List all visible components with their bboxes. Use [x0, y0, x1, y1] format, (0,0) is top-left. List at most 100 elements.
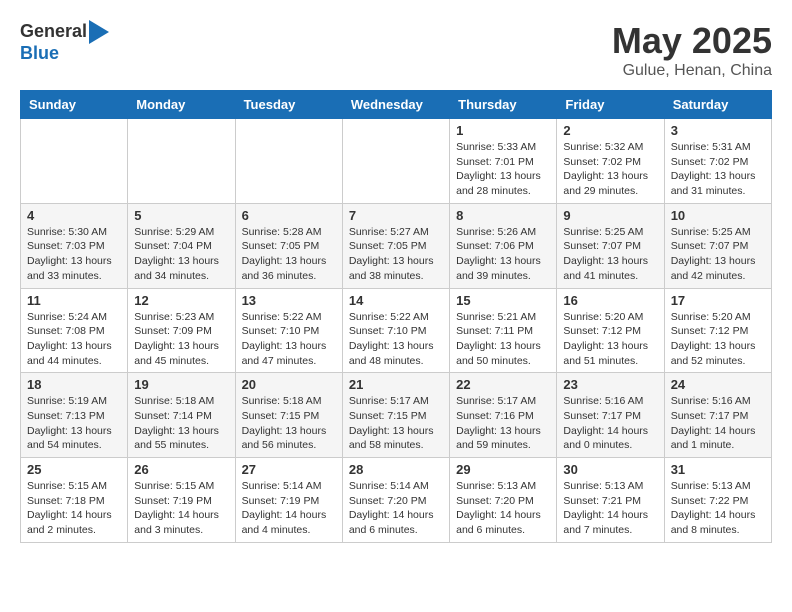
- day-info: Sunrise: 5:18 AM Sunset: 7:14 PM Dayligh…: [134, 394, 228, 453]
- calendar-cell: 5 Sunrise: 5:29 AM Sunset: 7:04 PM Daylig…: [128, 203, 235, 288]
- weekday-header: Tuesday: [235, 91, 342, 119]
- calendar-cell: 23 Sunrise: 5:16 AM Sunset: 7:17 PM Dayli…: [557, 373, 664, 458]
- calendar-cell: 17 Sunrise: 5:20 AM Sunset: 7:12 PM Dayli…: [664, 288, 771, 373]
- calendar-cell: 16 Sunrise: 5:20 AM Sunset: 7:12 PM Dayli…: [557, 288, 664, 373]
- day-number: 18: [27, 377, 121, 392]
- weekday-header: Sunday: [21, 91, 128, 119]
- day-info: Sunrise: 5:20 AM Sunset: 7:12 PM Dayligh…: [671, 310, 765, 369]
- calendar-cell: 28 Sunrise: 5:14 AM Sunset: 7:20 PM Dayli…: [342, 458, 449, 543]
- weekday-header: Monday: [128, 91, 235, 119]
- calendar-cell: 20 Sunrise: 5:18 AM Sunset: 7:15 PM Dayli…: [235, 373, 342, 458]
- page-header: General Blue May 2025 Gulue, Henan, Chin…: [20, 20, 772, 80]
- day-info: Sunrise: 5:29 AM Sunset: 7:04 PM Dayligh…: [134, 225, 228, 284]
- calendar-cell: 26Sunrise: 5:15 AM Sunset: 7:19 PM Dayli…: [128, 458, 235, 543]
- day-number: 27: [242, 462, 336, 477]
- day-info: Sunrise: 5:25 AM Sunset: 7:07 PM Dayligh…: [671, 225, 765, 284]
- day-info: Sunrise: 5:25 AM Sunset: 7:07 PM Dayligh…: [563, 225, 657, 284]
- calendar-cell: 27 Sunrise: 5:14 AM Sunset: 7:19 PM Dayli…: [235, 458, 342, 543]
- calendar-row: 4 Sunrise: 5:30 AM Sunset: 7:03 PM Daylig…: [21, 203, 772, 288]
- day-number: 4: [27, 208, 121, 223]
- calendar-cell: 6 Sunrise: 5:28 AM Sunset: 7:05 PM Daylig…: [235, 203, 342, 288]
- day-info: Sunrise: 5:13 AM Sunset: 7:20 PM Dayligh…: [456, 479, 550, 538]
- day-number: 2: [563, 123, 657, 138]
- day-info: Sunrise: 5:31 AM Sunset: 7:02 PM Dayligh…: [671, 140, 765, 199]
- calendar-row: 25 Sunrise: 5:15 AM Sunset: 7:18 PM Dayli…: [21, 458, 772, 543]
- calendar-cell: 7 Sunrise: 5:27 AM Sunset: 7:05 PM Daylig…: [342, 203, 449, 288]
- day-info: Sunrise: 5:14 AM Sunset: 7:20 PM Dayligh…: [349, 479, 443, 538]
- day-info: Sunrise: 5:19 AM Sunset: 7:13 PM Dayligh…: [27, 394, 121, 453]
- calendar-cell: 24Sunrise: 5:16 AM Sunset: 7:17 PM Dayli…: [664, 373, 771, 458]
- calendar-cell: 19Sunrise: 5:18 AM Sunset: 7:14 PM Dayli…: [128, 373, 235, 458]
- day-info: Sunrise: 5:27 AM Sunset: 7:05 PM Dayligh…: [349, 225, 443, 284]
- day-info: Sunrise: 5:17 AM Sunset: 7:16 PM Dayligh…: [456, 394, 550, 453]
- day-info: Sunrise: 5:13 AM Sunset: 7:22 PM Dayligh…: [671, 479, 765, 538]
- calendar-cell: 30 Sunrise: 5:13 AM Sunset: 7:21 PM Dayli…: [557, 458, 664, 543]
- day-info: Sunrise: 5:14 AM Sunset: 7:19 PM Dayligh…: [242, 479, 336, 538]
- day-number: 16: [563, 293, 657, 308]
- logo-text: General Blue: [20, 20, 109, 64]
- day-number: 21: [349, 377, 443, 392]
- calendar-cell: 21 Sunrise: 5:17 AM Sunset: 7:15 PM Dayli…: [342, 373, 449, 458]
- day-info: Sunrise: 5:18 AM Sunset: 7:15 PM Dayligh…: [242, 394, 336, 453]
- day-info: Sunrise: 5:26 AM Sunset: 7:06 PM Dayligh…: [456, 225, 550, 284]
- day-number: 25: [27, 462, 121, 477]
- day-number: 28: [349, 462, 443, 477]
- day-number: 20: [242, 377, 336, 392]
- day-info: Sunrise: 5:17 AM Sunset: 7:15 PM Dayligh…: [349, 394, 443, 453]
- calendar-table: SundayMondayTuesdayWednesdayThursdayFrid…: [20, 90, 772, 543]
- day-number: 23: [563, 377, 657, 392]
- day-info: Sunrise: 5:23 AM Sunset: 7:09 PM Dayligh…: [134, 310, 228, 369]
- day-number: 10: [671, 208, 765, 223]
- calendar-cell: [128, 119, 235, 204]
- calendar-row: 11Sunrise: 5:24 AM Sunset: 7:08 PM Dayli…: [21, 288, 772, 373]
- calendar-cell: 15Sunrise: 5:21 AM Sunset: 7:11 PM Dayli…: [450, 288, 557, 373]
- day-number: 3: [671, 123, 765, 138]
- logo: General Blue: [20, 20, 109, 64]
- location-text: Gulue, Henan, China: [612, 62, 772, 80]
- day-number: 17: [671, 293, 765, 308]
- day-info: Sunrise: 5:28 AM Sunset: 7:05 PM Dayligh…: [242, 225, 336, 284]
- day-number: 13: [242, 293, 336, 308]
- calendar-cell: 3 Sunrise: 5:31 AM Sunset: 7:02 PM Daylig…: [664, 119, 771, 204]
- logo-icon: [89, 20, 109, 44]
- day-info: Sunrise: 5:20 AM Sunset: 7:12 PM Dayligh…: [563, 310, 657, 369]
- calendar-cell: 9 Sunrise: 5:25 AM Sunset: 7:07 PM Daylig…: [557, 203, 664, 288]
- day-info: Sunrise: 5:22 AM Sunset: 7:10 PM Dayligh…: [349, 310, 443, 369]
- day-info: Sunrise: 5:15 AM Sunset: 7:19 PM Dayligh…: [134, 479, 228, 538]
- weekday-header: Friday: [557, 91, 664, 119]
- calendar-cell: [342, 119, 449, 204]
- calendar-row: 18 Sunrise: 5:19 AM Sunset: 7:13 PM Dayli…: [21, 373, 772, 458]
- weekday-header: Saturday: [664, 91, 771, 119]
- calendar-cell: [21, 119, 128, 204]
- calendar-cell: 4 Sunrise: 5:30 AM Sunset: 7:03 PM Daylig…: [21, 203, 128, 288]
- calendar-cell: 14Sunrise: 5:22 AM Sunset: 7:10 PM Dayli…: [342, 288, 449, 373]
- day-number: 22: [456, 377, 550, 392]
- day-number: 15: [456, 293, 550, 308]
- calendar-cell: 13 Sunrise: 5:22 AM Sunset: 7:10 PM Dayli…: [235, 288, 342, 373]
- day-info: Sunrise: 5:16 AM Sunset: 7:17 PM Dayligh…: [563, 394, 657, 453]
- day-info: Sunrise: 5:16 AM Sunset: 7:17 PM Dayligh…: [671, 394, 765, 453]
- logo-general-text: General: [20, 22, 87, 42]
- day-info: Sunrise: 5:15 AM Sunset: 7:18 PM Dayligh…: [27, 479, 121, 538]
- day-info: Sunrise: 5:13 AM Sunset: 7:21 PM Dayligh…: [563, 479, 657, 538]
- day-number: 7: [349, 208, 443, 223]
- calendar-header-row: SundayMondayTuesdayWednesdayThursdayFrid…: [21, 91, 772, 119]
- calendar-cell: 25 Sunrise: 5:15 AM Sunset: 7:18 PM Dayli…: [21, 458, 128, 543]
- calendar-cell: 10 Sunrise: 5:25 AM Sunset: 7:07 PM Dayli…: [664, 203, 771, 288]
- day-number: 9: [563, 208, 657, 223]
- day-number: 12: [134, 293, 228, 308]
- day-info: Sunrise: 5:22 AM Sunset: 7:10 PM Dayligh…: [242, 310, 336, 369]
- calendar-cell: 22 Sunrise: 5:17 AM Sunset: 7:16 PM Dayli…: [450, 373, 557, 458]
- calendar-row: 1Sunrise: 5:33 AM Sunset: 7:01 PM Daylig…: [21, 119, 772, 204]
- day-number: 30: [563, 462, 657, 477]
- calendar-cell: 11Sunrise: 5:24 AM Sunset: 7:08 PM Dayli…: [21, 288, 128, 373]
- day-info: Sunrise: 5:32 AM Sunset: 7:02 PM Dayligh…: [563, 140, 657, 199]
- day-info: Sunrise: 5:30 AM Sunset: 7:03 PM Dayligh…: [27, 225, 121, 284]
- weekday-header: Wednesday: [342, 91, 449, 119]
- day-info: Sunrise: 5:33 AM Sunset: 7:01 PM Dayligh…: [456, 140, 550, 199]
- calendar-cell: [235, 119, 342, 204]
- month-title: May 2025: [612, 20, 772, 62]
- day-number: 6: [242, 208, 336, 223]
- day-number: 11: [27, 293, 121, 308]
- day-number: 5: [134, 208, 228, 223]
